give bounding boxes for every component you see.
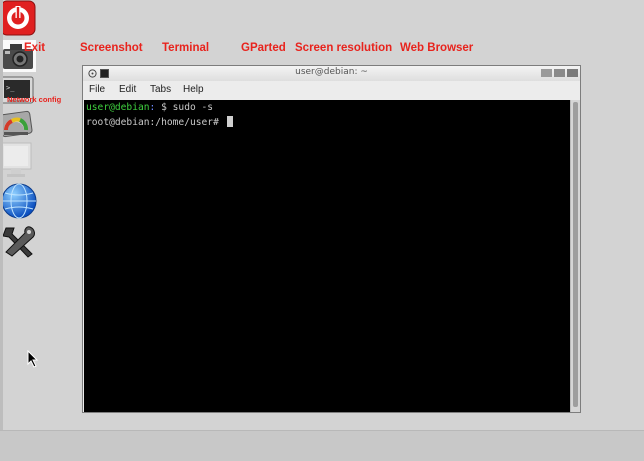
power-icon xyxy=(0,0,36,36)
command-text: $ sudo -s xyxy=(155,102,214,113)
prompt-user-host: user@debian xyxy=(86,102,150,113)
maximize-button[interactable] xyxy=(554,69,565,77)
terminal-scrollbar[interactable] xyxy=(570,100,580,412)
menu-tabs[interactable]: Tabs xyxy=(150,84,171,95)
screenshot-label: Screenshot xyxy=(80,42,143,54)
desktop-bottom-strip xyxy=(0,430,644,461)
network-config-label: Network config xyxy=(7,95,62,104)
root-prompt: root@debian:/home/user# xyxy=(86,117,225,128)
terminal-label: Terminal xyxy=(162,42,210,54)
globe-icon xyxy=(1,183,37,219)
terminal-line-2: root@debian:/home/user# xyxy=(86,116,233,128)
menu-file[interactable]: File xyxy=(89,84,105,95)
exit-label: Exit xyxy=(24,42,46,54)
desktop-edge xyxy=(0,0,3,460)
gparted-label: GParted xyxy=(241,42,286,54)
menu-help[interactable]: Help xyxy=(183,84,204,95)
terminal-titlebar[interactable]: user@debian: ~ xyxy=(83,66,580,82)
menu-edit[interactable]: Edit xyxy=(119,84,136,95)
terminal-line-1: user@debian: $ sudo -s xyxy=(86,102,213,113)
tools-icon xyxy=(2,226,35,258)
terminal-menubar: File Edit Tabs Help xyxy=(83,81,580,99)
minimize-button[interactable] xyxy=(541,69,552,77)
terminal-window[interactable]: user@debian: ~ File Edit Tabs Help user@… xyxy=(82,65,581,413)
close-button[interactable] xyxy=(567,69,578,77)
svg-text:>_: >_ xyxy=(6,84,15,92)
web-browser-label: Web Browser xyxy=(400,42,474,54)
screen-resolution-label: Screen resolution xyxy=(295,42,393,54)
scrollbar-thumb[interactable] xyxy=(573,102,578,407)
terminal-output[interactable]: user@debian: $ sudo -s root@debian:/home… xyxy=(84,100,570,412)
gparted-disk-icon xyxy=(0,110,33,138)
monitor-icon xyxy=(0,142,32,177)
terminal-title: user@debian: ~ xyxy=(295,67,368,77)
mouse-pointer-icon xyxy=(27,350,39,368)
text-cursor xyxy=(226,116,233,127)
desktop-icon-exit[interactable]: Exit xyxy=(0,0,644,54)
